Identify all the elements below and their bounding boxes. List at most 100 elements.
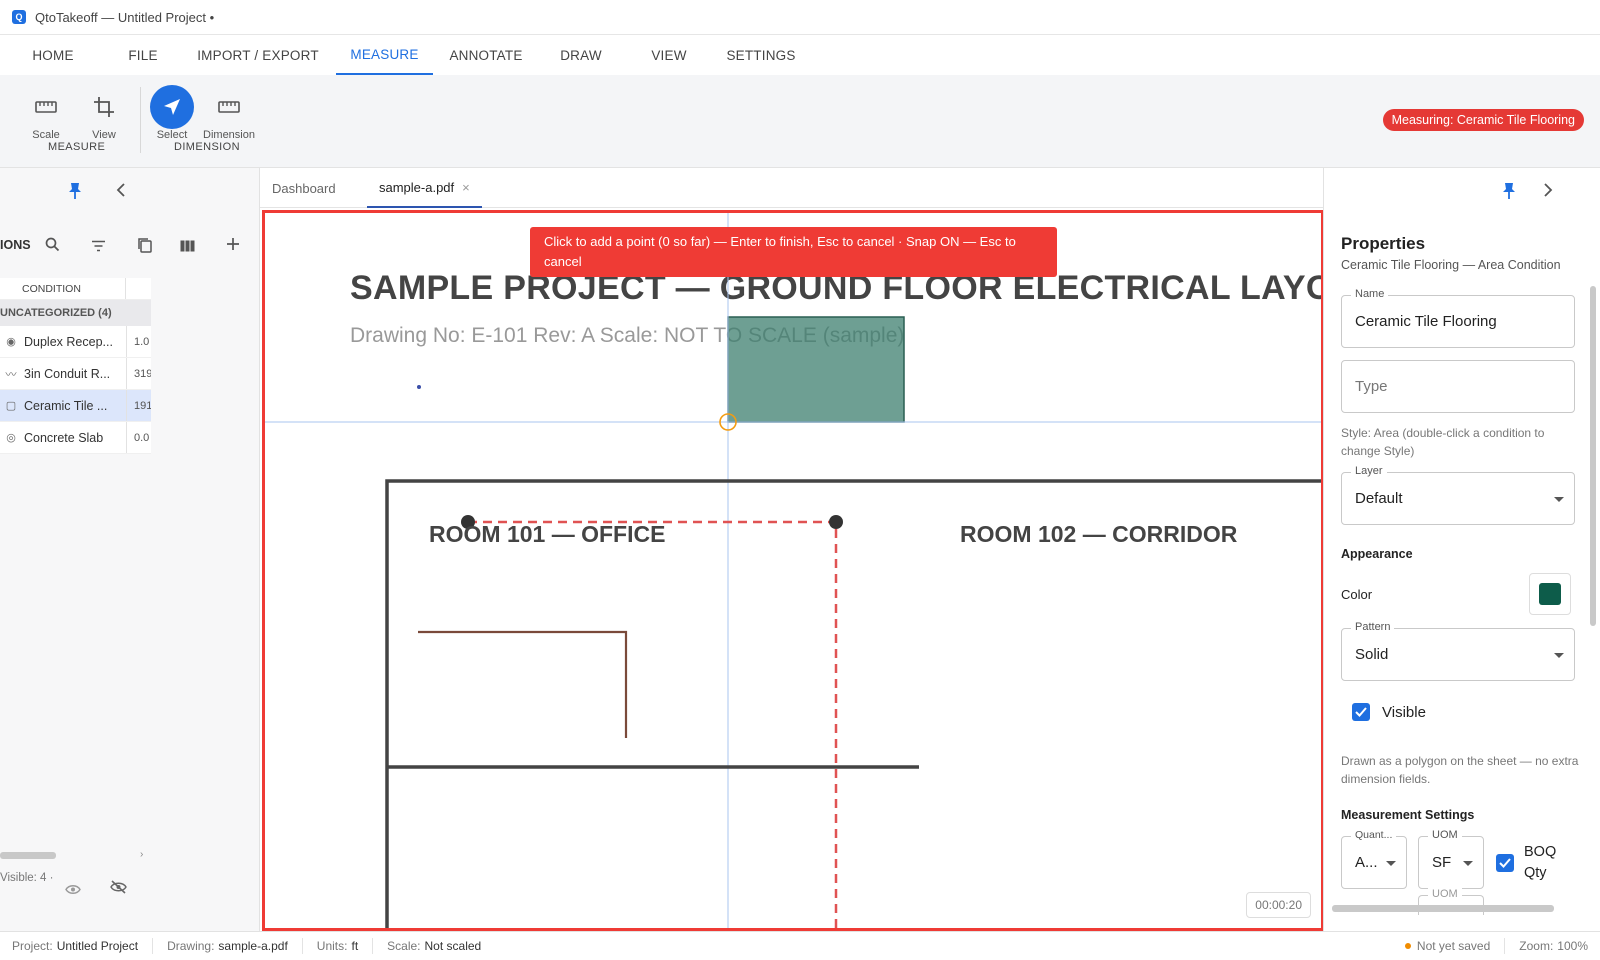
tab-draw[interactable]: DRAW [539,35,623,75]
pattern-select-value: Solid [1355,646,1389,663]
style-note: Style: Area (double-click a condition to… [1341,426,1545,458]
condition-row[interactable]: ◉ Duplex Recep... 1.0 [0,326,151,358]
uom-select-value: SF [1432,854,1452,871]
collapse-left-chevron-icon[interactable] [116,183,126,202]
status-project-value: Untitled Project [56,939,139,953]
dimension-tool-button[interactable]: Dimension [203,85,255,141]
type-field[interactable]: Type [1341,360,1575,413]
pattern-select[interactable]: Pattern Solid [1341,621,1575,681]
boq-qty-label: BOQ Qty [1524,844,1557,881]
condition-value: 191 [126,390,151,421]
condition-row-selected[interactable]: ▢ Ceramic Tile ... 191 [0,390,151,422]
condition-row[interactable]: ◎ Concrete Slab 0.0 [0,422,151,454]
status-bar: Project: Untitled Project Drawing: sample-… [0,931,1600,960]
eye-icon[interactable] [65,882,81,900]
select-tool-button[interactable]: Select [146,85,198,141]
linear-icon: 〰 [5,368,17,381]
instruction-banner: Click to add a point (0 so far) — Enter … [530,227,1057,277]
conditions-section-title: IONS [0,238,31,252]
zoom-value: 100% [1557,939,1588,953]
tab-measure[interactable]: MEASURE [336,35,433,75]
ruler-icon [24,85,68,129]
window-title: QtoTakeoff — Untitled Project • [35,9,215,25]
status-scale: Scale: Not scaled [373,938,495,954]
boq-qty-checkbox[interactable] [1496,854,1514,872]
appearance-heading: Appearance [1341,547,1413,561]
status-drawing: Drawing: sample-a.pdf [153,938,303,954]
condition-value: 0.0 [126,422,151,453]
dimension-ruler-icon [207,85,251,129]
visible-checkbox[interactable] [1352,703,1370,721]
visible-count: Visible: 4 · [0,872,54,884]
tab-annotate[interactable]: ANNOTATE [433,35,539,75]
unsaved-dot-icon [1404,943,1411,949]
pin-icon[interactable] [67,182,83,205]
dimension-dashed-line [468,520,838,928]
vertex-handle[interactable] [829,515,843,529]
status-drawing-value: sample-a.pdf [218,939,288,953]
condition-name: Ceramic Tile ... [24,398,108,413]
copy-icon[interactable] [137,237,152,258]
conditions-table: CONDITION UNCATEGORIZED (4) ◉ Duplex Rec… [0,278,151,454]
dropdown-caret-icon [1463,860,1473,866]
color-swatch [1539,583,1561,605]
condition-row[interactable]: 〰 3in Conduit R... 319 [0,358,151,390]
condition-name: Duplex Recep... [24,334,113,349]
checkbox-checked-icon [1352,703,1370,721]
view-tool-label: View [92,129,116,141]
dimension-tool-label: Dimension [203,129,255,141]
name-field[interactable]: Name Ceramic Tile Flooring [1341,288,1575,348]
properties-panel: Properties Ceramic Tile Flooring — Area … [1323,168,1600,931]
columns-icon[interactable] [180,239,195,257]
horizontal-scrollbar[interactable] [0,852,56,859]
save-status: Not yet saved [1391,938,1506,954]
tab-home[interactable]: HOME [0,35,106,75]
ribbon-toolbar: Scale View Select Dimension MEASURE DIME… [0,75,1600,168]
tab-import-export[interactable]: IMPORT / EXPORT [180,35,336,75]
search-icon[interactable] [45,237,60,257]
tab-file[interactable]: FILE [106,35,180,75]
scale-tool-button[interactable]: Scale [20,85,72,141]
condition-value: 1.0 [126,326,151,357]
tab-sample-pdf[interactable]: sample-a.pdf × [367,168,482,208]
pin-icon[interactable] [1501,182,1517,205]
status-units-label: Units: [316,939,348,953]
room-102-label: ROOM 102 — CORRIDOR [960,521,1238,547]
eye-off-icon[interactable] [110,880,127,899]
scale-tool-label: Scale [32,129,60,141]
add-condition-icon[interactable] [226,237,240,256]
ceramic-tile-area-shape[interactable] [727,316,905,423]
drawing-dot [417,385,421,389]
vertical-scrollbar[interactable] [1590,286,1596,626]
quantity-field-label: Quant... [1351,829,1397,841]
view-tool-button[interactable]: View [78,85,130,141]
app-logo-icon: Q [12,10,26,24]
name-field-label: Name [1351,288,1389,300]
save-status-text: Not yet saved [1416,939,1491,953]
close-tab-icon[interactable]: × [462,180,470,195]
zoom-level: Zoom: 100% [1505,938,1600,954]
quantity-select[interactable]: Quant... A... [1341,829,1407,889]
condition-column-header[interactable]: CONDITION [0,278,126,299]
tab-view[interactable]: VIEW [623,35,715,75]
menu-bar: HOME FILE IMPORT / EXPORT MEASURE ANNOTA… [0,35,1600,75]
drawing-canvas[interactable]: SAMPLE PROJECT — GROUND FLOOR ELECTRICAL… [262,210,1324,931]
pattern-field-label: Pattern [1351,621,1395,633]
condition-group-header[interactable]: UNCATEGORIZED (4) [0,300,151,326]
color-picker-button[interactable] [1529,573,1571,615]
collapse-right-chevron-icon[interactable] [1543,183,1553,202]
name-field-value: Ceramic Tile Flooring [1355,313,1497,330]
properties-title: Properties [1341,234,1426,253]
tab-settings[interactable]: SETTINGS [715,35,807,75]
layer-select[interactable]: Layer Default [1341,465,1575,525]
scroll-right-icon[interactable]: › [140,849,143,860]
status-units-value: ft [351,939,359,953]
drawing-svg[interactable] [265,213,1321,928]
horizontal-scrollbar[interactable] [1332,905,1554,912]
filter-icon[interactable] [91,239,106,257]
duplex-icon: ◉ [6,336,16,348]
dimension-group-label: DIMENSION [174,141,240,153]
uom-select[interactable]: UOM SF [1418,829,1484,889]
tab-dashboard[interactable]: Dashboard [272,168,336,208]
status-scale-label: Scale: [387,939,421,953]
